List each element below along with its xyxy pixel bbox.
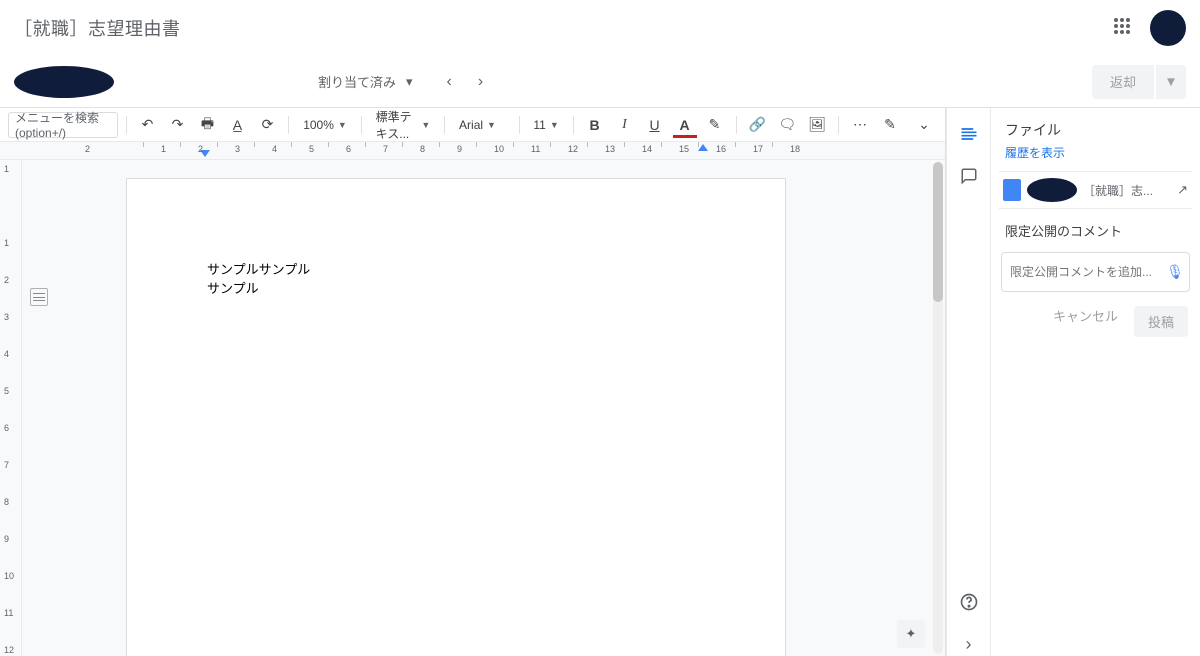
private-comment-input[interactable] (1001, 252, 1190, 292)
files-rail-icon[interactable] (957, 122, 981, 146)
canvas-wrap: 1123456789101112 サンプルサンプル サンプル ✦ (0, 160, 945, 656)
explore-button[interactable]: ✦ (897, 620, 925, 648)
panel-title: ファイル (999, 120, 1192, 140)
redo-button[interactable]: ↷ (164, 112, 190, 138)
header-row-1: ［就職］志望理由書 (0, 0, 1200, 56)
paragraph-style-dropdown[interactable]: 標準テキス...▼ (370, 112, 437, 138)
return-button[interactable]: 返却 (1092, 65, 1154, 99)
fontsize-value: 11 (533, 118, 545, 132)
separator (519, 116, 520, 134)
comments-rail-icon[interactable] (957, 164, 981, 188)
open-in-new-icon[interactable]: ↗ (1177, 182, 1188, 198)
docs-file-icon (1003, 179, 1021, 201)
separator (573, 116, 574, 134)
undo-button[interactable]: ↶ (134, 112, 160, 138)
menu-search-input[interactable]: メニューを検索 (option+/) (8, 112, 118, 138)
separator (444, 116, 445, 134)
assignment-title: ［就職］志望理由書 (14, 15, 181, 41)
horizontal-ruler[interactable]: 2123456789101112131415161718 (0, 142, 945, 160)
post-button[interactable]: 投稿 (1134, 306, 1188, 337)
vertical-ruler[interactable]: 1123456789101112 (0, 160, 22, 656)
separator (126, 116, 127, 134)
comment-actions: キャンセル 投稿 (999, 298, 1192, 345)
history-link[interactable]: 履歴を表示 (999, 140, 1192, 171)
help-rail-icon[interactable] (957, 590, 981, 614)
google-apps-icon[interactable] (1114, 18, 1134, 38)
vertical-scrollbar[interactable] (933, 162, 943, 654)
zoom-value: 100% (303, 118, 334, 132)
collapse-toolbar-button[interactable]: ⌄ (911, 112, 937, 138)
toolbar-right: ✎ ⌄ (877, 112, 937, 138)
separator (838, 116, 839, 134)
scrollbar-thumb[interactable] (933, 162, 943, 302)
font-value: Arial (459, 118, 483, 132)
collapse-rail-icon[interactable]: › (957, 632, 981, 656)
account-avatar[interactable] (1150, 10, 1186, 46)
editing-mode-button[interactable]: ✎ (877, 112, 903, 138)
student-avatar (14, 66, 114, 98)
cancel-button[interactable]: キャンセル (1053, 306, 1118, 337)
underline-button[interactable]: U (642, 112, 668, 138)
document-scroll[interactable]: サンプルサンプル サンプル ✦ (22, 160, 945, 656)
text-color-button[interactable]: A (672, 112, 698, 138)
add-comment-button[interactable]: 🗨 (774, 112, 800, 138)
private-comment-heading: 限定公開のコメント (999, 209, 1192, 246)
grading-panel: ファイル 履歴を表示 ［就職］志... ↗ 限定公開のコメント 🎙 キャンセル … (990, 108, 1200, 656)
separator (288, 116, 289, 134)
student-chip[interactable] (14, 64, 138, 100)
private-comment-input-wrap: 🎙 (1001, 252, 1190, 292)
doc-line-1: サンプルサンプル (207, 259, 705, 278)
separator (736, 116, 737, 134)
print-button[interactable]: 🖶 (194, 112, 220, 138)
attached-file-row[interactable]: ［就職］志... ↗ (999, 171, 1192, 209)
body-wrap: メニューを検索 (option+/) ↶ ↷ 🖶 A̲ ⟳ 100%▼ 標準テキ… (0, 108, 1200, 656)
status-label: 割り当て済み (318, 72, 396, 91)
next-student-button[interactable]: › (478, 73, 483, 91)
right-indent-marker[interactable] (698, 144, 708, 151)
bold-button[interactable]: B (582, 112, 608, 138)
right-rail: › (946, 108, 990, 656)
paint-format-button[interactable]: ⟳ (254, 112, 280, 138)
font-dropdown[interactable]: Arial▼ (453, 112, 511, 138)
style-value: 標準テキス... (376, 108, 418, 142)
docs-toolbar: メニューを検索 (option+/) ↶ ↷ 🖶 A̲ ⟳ 100%▼ 標準テキ… (0, 108, 945, 142)
italic-button[interactable]: I (612, 112, 638, 138)
insert-image-button[interactable]: 🖼 (804, 112, 830, 138)
status-dropdown[interactable]: 割り当て済み ▾ (308, 64, 423, 100)
insert-link-button[interactable]: 🔗 (744, 112, 770, 138)
student-nav: ‹ › (447, 73, 484, 91)
mic-icon[interactable]: 🎙 (1166, 264, 1184, 281)
more-toolbar-button[interactable]: ⋯ (847, 112, 873, 138)
file-owner-avatar (1027, 178, 1077, 202)
chevron-down-icon: ▾ (406, 74, 413, 90)
file-name: ［就職］志... (1083, 182, 1171, 199)
spellcheck-button[interactable]: A̲ (224, 112, 250, 138)
editor-area: メニューを検索 (option+/) ↶ ↷ 🖶 A̲ ⟳ 100%▼ 標準テキ… (0, 108, 946, 656)
document-page[interactable]: サンプルサンプル サンプル (126, 178, 786, 656)
return-more-button[interactable]: ▼ (1156, 65, 1186, 99)
header-row-2: 割り当て済み ▾ ‹ › 返却 ▼ (0, 56, 1200, 108)
doc-line-2: サンプル (207, 278, 705, 297)
fontsize-dropdown[interactable]: 11▼ (527, 112, 564, 138)
zoom-dropdown[interactable]: 100%▼ (297, 112, 353, 138)
separator (361, 116, 362, 134)
menu-search-placeholder: メニューを検索 (option+/) (15, 109, 111, 140)
prev-student-button[interactable]: ‹ (447, 73, 452, 91)
highlight-button[interactable]: ✎ (702, 112, 728, 138)
